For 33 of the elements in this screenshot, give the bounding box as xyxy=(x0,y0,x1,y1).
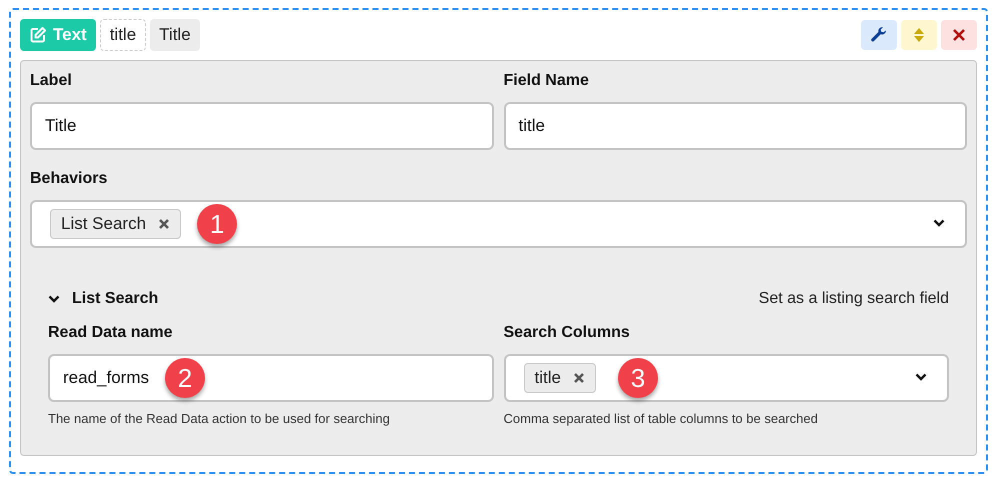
dropdown-caret-icon[interactable] xyxy=(915,373,927,381)
help-text: The name of the Read Data action to be used for searching xyxy=(48,411,391,426)
field-type-badge: Text xyxy=(20,19,96,51)
behaviors-select-field[interactable]: List Search 1 xyxy=(30,200,967,248)
text-input-field[interactable]: title xyxy=(504,102,967,150)
tag-text: List Search xyxy=(61,214,146,234)
field-label: Behaviors xyxy=(30,170,108,189)
field-label: Read Data name xyxy=(48,324,174,343)
tag-text: title xyxy=(534,368,561,388)
dropdown-caret-icon[interactable] xyxy=(933,219,945,227)
help-text: Comma separated list of table columns to be searched xyxy=(504,411,819,426)
section-description: Set as a listing search field xyxy=(758,290,949,308)
callout-marker: 1 xyxy=(197,204,238,244)
field-label: Field Name xyxy=(504,72,590,91)
section-toggle[interactable]: List Search xyxy=(48,290,158,308)
field-label: Label xyxy=(30,72,73,91)
text-input-field[interactable]: read_forms 2 xyxy=(48,354,494,402)
text-input-field[interactable]: Title xyxy=(30,102,494,150)
settings-button[interactable] xyxy=(861,20,897,50)
callout-marker: 2 xyxy=(164,358,205,398)
chevron-down-icon xyxy=(48,295,60,303)
field-label-tag: Title xyxy=(150,19,200,51)
wrench-icon xyxy=(870,26,888,44)
field-label: Search Columns xyxy=(504,324,631,343)
remove-icon[interactable] xyxy=(572,372,585,384)
sort-icon xyxy=(913,27,925,43)
columns-select-field[interactable]: title 3 xyxy=(504,354,949,402)
remove-icon[interactable] xyxy=(158,218,170,230)
edit-icon xyxy=(29,26,47,44)
callout-marker: 3 xyxy=(618,358,658,398)
field-name-tag: title xyxy=(100,19,146,51)
close-icon xyxy=(952,28,966,42)
delete-button[interactable] xyxy=(941,20,977,50)
